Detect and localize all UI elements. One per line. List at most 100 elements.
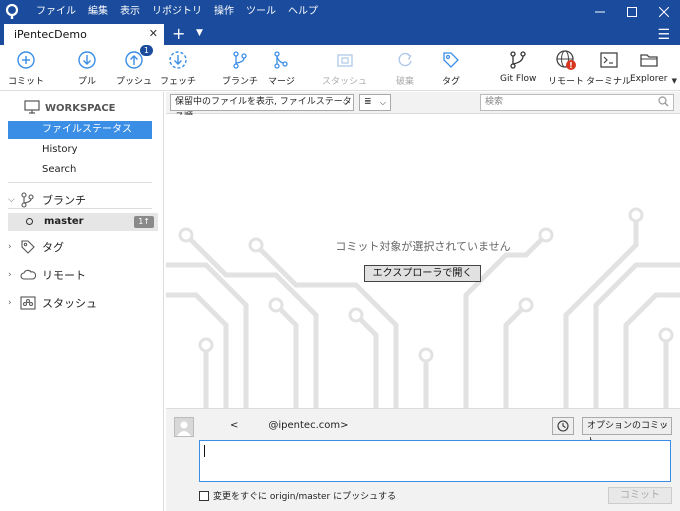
commit-options-dropdown[interactable]: オプションのコミット ⌵ bbox=[582, 417, 672, 447]
tab-title: iPentecDemo bbox=[14, 28, 87, 41]
fetch-button[interactable]: フェッチ bbox=[160, 49, 196, 89]
stash-icon bbox=[20, 296, 38, 310]
push-immediately-option[interactable]: 変更をすぐに origin/master にプッシュする bbox=[199, 489, 396, 502]
tab-dropdown-icon[interactable]: ▼ bbox=[196, 28, 203, 38]
sourcetree-logo-icon bbox=[0, 0, 24, 24]
menu-help[interactable]: ヘルプ bbox=[282, 0, 324, 24]
menu-repository[interactable]: リポジトリ bbox=[146, 0, 208, 24]
background-circuit-art bbox=[166, 207, 680, 408]
text-caret bbox=[204, 445, 205, 457]
commit-panel: <@ipentec.com> オプションのコミット ⌵ 変更をすぐに origi… bbox=[166, 408, 680, 511]
list-icon: ≣ bbox=[364, 97, 372, 107]
commit-author: < @ipentec.com> bbox=[230, 420, 349, 431]
sidebar: WORKSPACE ファイルステータス History Search ⌵ ブラン… bbox=[0, 92, 164, 511]
fetch-icon bbox=[167, 49, 189, 71]
commit-message-input[interactable] bbox=[199, 440, 671, 482]
workspace-header: WORKSPACE bbox=[24, 100, 116, 117]
tab-close-icon[interactable]: ✕ bbox=[149, 27, 158, 40]
chevron-right-icon: › bbox=[8, 242, 12, 252]
tab-repository[interactable]: iPentecDemo ✕ bbox=[4, 24, 164, 45]
toolbar-overflow-icon[interactable]: ▼ bbox=[672, 77, 677, 85]
remotes-section[interactable]: › リモート bbox=[8, 267, 86, 283]
chevron-right-icon: › bbox=[8, 298, 12, 308]
globe-icon: ! bbox=[555, 49, 577, 71]
branch-icon bbox=[229, 49, 251, 71]
search-icon bbox=[658, 96, 669, 113]
file-filter-dropdown[interactable]: 保留中のファイルを表示, ファイルステータス順 ⌵ bbox=[170, 94, 354, 122]
arrow-down-circle-icon bbox=[76, 49, 98, 71]
view-mode-dropdown[interactable]: ≣ ⌵ bbox=[359, 94, 391, 111]
commit-history-button[interactable] bbox=[552, 417, 574, 435]
no-commit-message: コミット対象が選択されていません bbox=[335, 240, 511, 253]
close-window-button[interactable] bbox=[648, 0, 680, 24]
avatar bbox=[174, 417, 194, 437]
svg-text:!: ! bbox=[569, 61, 573, 70]
window-controls bbox=[584, 0, 680, 24]
current-branch-dot-icon bbox=[26, 218, 33, 225]
minimize-button[interactable] bbox=[584, 0, 616, 24]
close-icon bbox=[659, 7, 669, 17]
menu-bar: ファイル 編集 表示 リポジトリ 操作 ツール ヘルプ bbox=[30, 0, 324, 24]
sidebar-item-file-status[interactable]: ファイルステータス bbox=[8, 121, 152, 139]
open-in-explorer-button[interactable]: エクスプローラで開く bbox=[364, 265, 481, 282]
new-tab-button[interactable]: + bbox=[172, 25, 185, 43]
chevron-down-icon: ⌵ bbox=[8, 195, 15, 205]
stashes-section[interactable]: › スタッシュ bbox=[8, 295, 97, 311]
pull-button[interactable]: プル bbox=[76, 49, 98, 89]
terminal-icon bbox=[598, 49, 620, 71]
remote-button[interactable]: ! リモート bbox=[548, 49, 584, 89]
terminal-button[interactable]: ターミナル bbox=[586, 49, 631, 89]
chevron-right-icon: › bbox=[8, 270, 12, 280]
cloud-icon bbox=[20, 269, 38, 281]
menu-edit[interactable]: 編集 bbox=[82, 0, 114, 24]
stash-icon bbox=[334, 49, 356, 71]
minimize-icon bbox=[595, 11, 605, 13]
menu-actions[interactable]: 操作 bbox=[208, 0, 240, 24]
clock-icon bbox=[557, 420, 569, 432]
toolbar: コミット プル 1 プッシュ フェッチ ブランチ マージ スタッシュ 破棄 タグ… bbox=[0, 45, 680, 91]
merge-button[interactable]: マージ bbox=[268, 49, 295, 89]
tab-bar: iPentecDemo ✕ + ▼ ☰ bbox=[0, 24, 680, 45]
monitor-icon bbox=[24, 100, 40, 117]
plus-circle-icon bbox=[15, 49, 37, 71]
chevron-down-icon: ⌵ bbox=[379, 98, 386, 107]
tag-button[interactable]: タグ bbox=[440, 49, 462, 89]
chevron-down-icon: ⌵ bbox=[660, 421, 667, 430]
folder-icon bbox=[638, 49, 660, 71]
sidebar-divider bbox=[8, 208, 152, 209]
push-count-badge: 1 bbox=[139, 45, 153, 56]
menu-view[interactable]: 表示 bbox=[114, 0, 146, 24]
commit-toolbar-button[interactable]: コミット bbox=[8, 49, 44, 89]
sidebar-item-search[interactable]: Search bbox=[8, 161, 152, 179]
chevron-down-icon: ⌵ bbox=[342, 98, 349, 107]
stash-button[interactable]: スタッシュ bbox=[322, 49, 367, 89]
sidebar-item-history[interactable]: History bbox=[8, 141, 152, 159]
git-flow-icon bbox=[507, 49, 529, 71]
user-icon bbox=[177, 421, 191, 436]
title-bar: ファイル 編集 表示 リポジトリ 操作 ツール ヘルプ bbox=[0, 0, 680, 24]
tag-icon bbox=[440, 49, 462, 71]
branches-section[interactable]: ⌵ ブランチ bbox=[8, 192, 86, 208]
ahead-count-badge: 1↑ bbox=[134, 216, 154, 228]
branch-icon bbox=[20, 192, 38, 208]
menu-file[interactable]: ファイル bbox=[30, 0, 82, 24]
arrow-up-circle-icon: 1 bbox=[123, 45, 153, 71]
discard-button[interactable]: 破棄 bbox=[394, 49, 416, 89]
menu-tools[interactable]: ツール bbox=[240, 0, 282, 24]
branch-item-master[interactable]: master 1↑ bbox=[8, 213, 158, 231]
file-status-toolbar: 保留中のファイルを表示, ファイルステータス順 ⌵ ≣ ⌵ 検索 bbox=[166, 92, 680, 122]
file-status-panel: コミット対象が選択されていません エクスプローラで開く bbox=[166, 115, 680, 408]
commit-button[interactable]: コミット bbox=[608, 487, 672, 504]
push-immediately-checkbox[interactable] bbox=[199, 490, 209, 501]
sidebar-divider bbox=[8, 182, 152, 183]
hamburger-menu-icon[interactable]: ☰ bbox=[657, 27, 670, 43]
branch-button[interactable]: ブランチ bbox=[222, 49, 258, 89]
merge-icon bbox=[270, 49, 292, 71]
tags-section[interactable]: › タグ bbox=[8, 239, 64, 255]
tag-icon bbox=[20, 239, 38, 255]
push-button[interactable]: 1 プッシュ bbox=[116, 45, 153, 89]
maximize-button[interactable] bbox=[616, 0, 648, 24]
git-flow-button[interactable]: Git Flow bbox=[500, 49, 536, 89]
explorer-button[interactable]: Explorer bbox=[630, 49, 667, 89]
search-input[interactable]: 検索 bbox=[480, 94, 674, 111]
